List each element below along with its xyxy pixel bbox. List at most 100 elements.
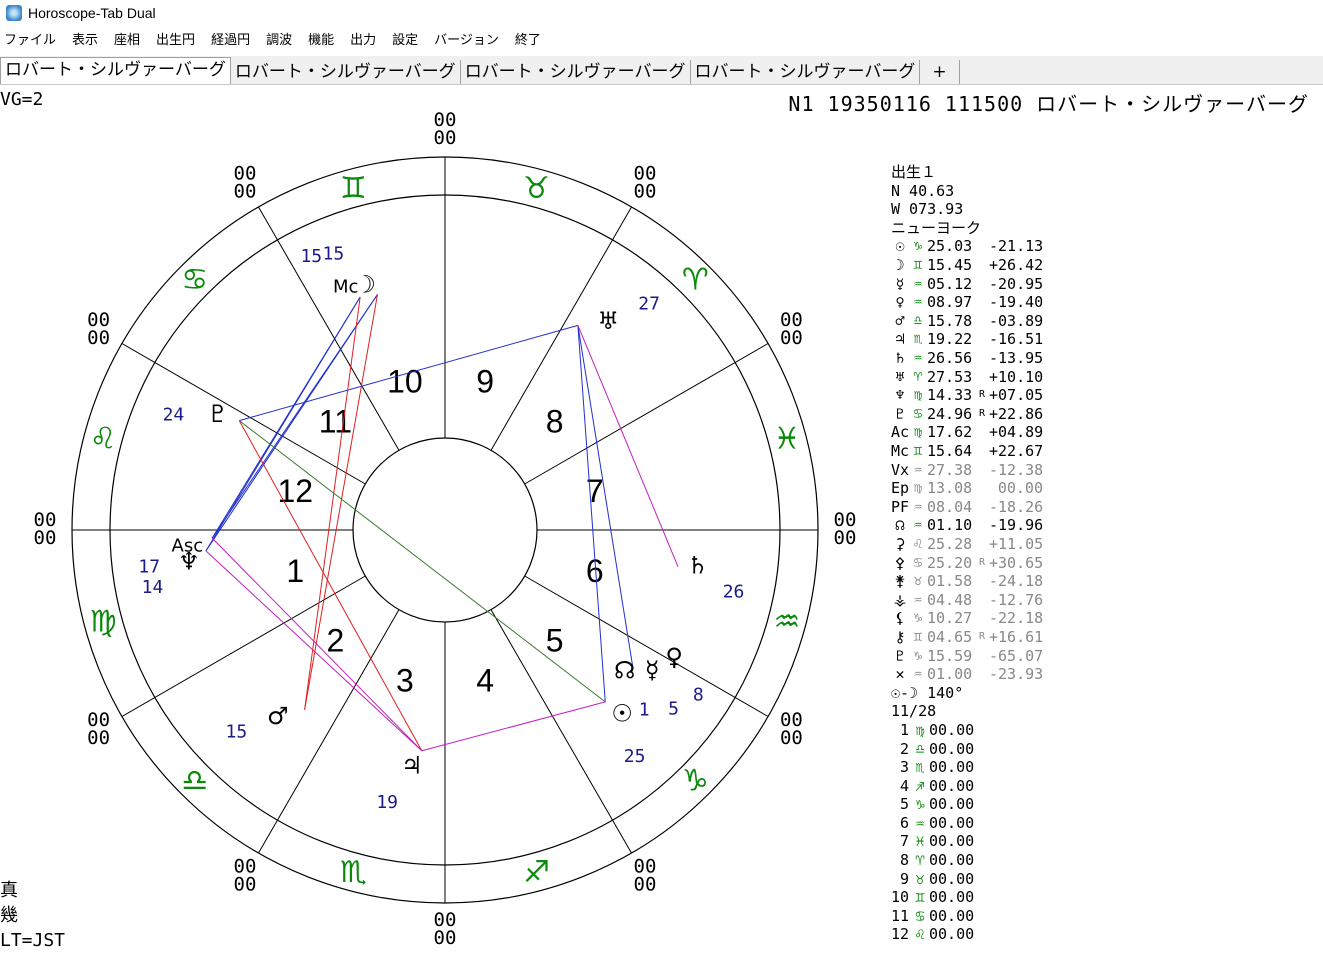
cusp-table: 1 ♍ 00.00 2 ♎ 00.00 3 ♏ 00.00 4 ♐ 00.00 5 ♑ 00.00 6 ♒ 00.… xyxy=(891,721,1131,944)
house-number: 7 xyxy=(586,473,604,509)
horoscope-wheel[interactable]: 0000000000000000000000000000000000000000… xyxy=(0,110,880,960)
sign-symbol: ♍ xyxy=(913,387,923,404)
planet-position: 25.20 xyxy=(927,553,973,572)
planet-symbol: ♅ xyxy=(895,367,905,386)
planet-declination: -16.51 xyxy=(989,330,1044,349)
panel-longitude: W 073.93 xyxy=(891,200,964,219)
cusp-position: 00.00 xyxy=(929,851,975,870)
planet-row: ⚳ ♌ 25.28 +11.05 xyxy=(891,535,1131,554)
planet-table: ☉ ♑ 25.03 -21.13 ☽ ♊ 15.45 +26.42 ☿ ♒ 05.12 -20.95 ♀… xyxy=(891,237,1131,683)
panel-place: ニューヨーク xyxy=(891,218,982,237)
planet-position: 01.58 xyxy=(927,572,973,591)
cusp-position: 00.00 xyxy=(929,795,975,814)
sign-symbol: ♌ xyxy=(913,535,923,552)
tab-chart-2[interactable]: ロバート・シルヴァーバーグ xyxy=(231,60,461,84)
sign-symbol: ♍ xyxy=(913,480,923,497)
menu-settings[interactable]: 設定 xyxy=(388,30,426,52)
menu-functions[interactable]: 機能 xyxy=(304,30,342,52)
planet-declination: -22.18 xyxy=(989,609,1044,628)
planet-declination: -19.40 xyxy=(989,293,1044,312)
planet-row: ⚴ ♋ 25.20 R +30.65 xyxy=(891,553,1131,572)
cusp-sign: ♑ xyxy=(915,795,925,814)
side-panel: 出生１ N 40.63 W 073.93 ニューヨーク ☉ ♑ 25.03 -21.1… xyxy=(891,163,1131,944)
aspect-line xyxy=(211,537,423,752)
cusp-number: 6 xyxy=(899,813,909,832)
sign-symbol: ♒ xyxy=(913,294,923,311)
planet-position: 27.38 xyxy=(927,460,973,479)
planet-position: 04.65 xyxy=(927,627,973,646)
footer-labels: 真 幾 LT=JST xyxy=(0,878,65,953)
sign-symbol: ♒ xyxy=(913,666,923,683)
planet-position: 15.64 xyxy=(927,442,973,460)
zodiac-sign-icon: ♐ xyxy=(523,855,550,890)
house-number: 3 xyxy=(396,663,414,699)
sign-symbol: ♈ xyxy=(913,368,923,385)
rim-minute-mark: 00 xyxy=(434,927,457,949)
tab-chart-1[interactable]: ロバート・シルヴァーバーグ xyxy=(0,57,231,84)
cusp-row: 5 ♑ 00.00 xyxy=(891,795,1131,814)
menu-version[interactable]: バージョン xyxy=(430,30,507,52)
menu-view[interactable]: 表示 xyxy=(68,30,106,52)
menu-file[interactable]: ファイル xyxy=(0,30,64,52)
sign-symbol: ♑ xyxy=(913,610,923,627)
planet-symbol: ☽ xyxy=(895,256,905,275)
tab-chart-4[interactable]: ロバート・シルヴァーバーグ xyxy=(691,60,921,84)
planet-declination: -13.95 xyxy=(989,349,1044,368)
planet-position: 14.33 xyxy=(927,386,973,405)
cusp-position: 00.00 xyxy=(929,869,975,888)
house-number: 1 xyxy=(286,553,304,589)
planet-position: 08.04 xyxy=(927,497,973,516)
planet-declination: +16.61 xyxy=(989,627,1044,646)
sun-icon: ☉ xyxy=(611,699,633,727)
planet-symbol: ♃ xyxy=(895,330,905,349)
sign-symbol: ♊ xyxy=(913,443,923,459)
planet-row: ♄ ♒ 26.56 -13.95 xyxy=(891,349,1131,368)
planet-declination: -20.95 xyxy=(989,274,1044,293)
planet-row: ☊ ♒ 01.10 -19.96 xyxy=(891,516,1131,535)
planet-symbol: PF xyxy=(891,497,910,516)
add-tab-button[interactable]: + xyxy=(920,60,960,84)
title-bar: Horoscope-Tab Dual xyxy=(0,0,1323,26)
cusp-number: 2 xyxy=(899,739,909,758)
planet-declination: +22.86 xyxy=(989,404,1044,423)
planet-symbol: ⚵ xyxy=(894,572,906,591)
zodiac-sign-icon: ♋ xyxy=(181,263,208,298)
menu-exit[interactable]: 終了 xyxy=(511,30,549,52)
zodiac-sign-icon: ♍ xyxy=(90,605,117,640)
app-icon xyxy=(6,5,22,21)
menu-natal[interactable]: 出生円 xyxy=(152,30,203,52)
planet-symbol: ♀ xyxy=(895,293,905,312)
cusp-number: 12 xyxy=(891,925,910,944)
panel-latitude: N 40.63 xyxy=(891,181,955,200)
planet-declination: 00.00 xyxy=(997,479,1043,498)
planet-symbol: ⚴ xyxy=(894,553,906,572)
menu-harmonic[interactable]: 調波 xyxy=(262,30,300,52)
planet-row: ✕ ♒ 01.00 -23.93 xyxy=(891,665,1131,684)
window-title: Horoscope-Tab Dual xyxy=(28,5,156,21)
planet-position: 15.59 xyxy=(927,646,973,665)
planet-row: ♃ ♏ 19.22 -16.51 xyxy=(891,330,1131,349)
tab-bar: ロバート・シルヴァーバーグ ロバート・シルヴァーバーグ ロバート・シルヴァーバー… xyxy=(0,56,1323,85)
node-icon: ☊ xyxy=(614,656,635,684)
sign-symbol: ♋ xyxy=(913,554,923,571)
cusp-row: 4 ♐ 00.00 xyxy=(891,777,1131,796)
planet-row: Vx ♒ 27.38 -12.38 xyxy=(891,461,1131,480)
cusp-row: 12 ♌ 00.00 xyxy=(891,925,1131,944)
cusp-number: 7 xyxy=(899,832,909,851)
tab-chart-3[interactable]: ロバート・シルヴァーバーグ xyxy=(461,60,691,84)
menu-output[interactable]: 出力 xyxy=(346,30,384,52)
menu-aspects[interactable]: 座相 xyxy=(110,30,148,52)
retrograde-flag: R xyxy=(979,389,986,401)
mercury-icon: ☿ xyxy=(645,656,660,684)
cusp-position: 00.00 xyxy=(929,720,975,739)
planet-row: ⚸ ♑ 10.27 -22.18 xyxy=(891,609,1131,628)
cusp-sign: ♒ xyxy=(915,813,925,832)
cusp-sign: ♊ xyxy=(915,888,925,907)
house-number: 4 xyxy=(476,663,494,699)
menu-bar: ファイル 表示 座相 出生円 経過円 調波 機能 出力 設定 バージョン 終了 xyxy=(0,30,553,52)
sign-symbol: ♒ xyxy=(913,498,923,515)
cusp-row: 2 ♎ 00.00 xyxy=(891,739,1131,758)
cusp-number: 11 xyxy=(891,906,910,925)
menu-transit[interactable]: 経過円 xyxy=(207,30,258,52)
planet-symbol: ⚷ xyxy=(894,627,906,646)
